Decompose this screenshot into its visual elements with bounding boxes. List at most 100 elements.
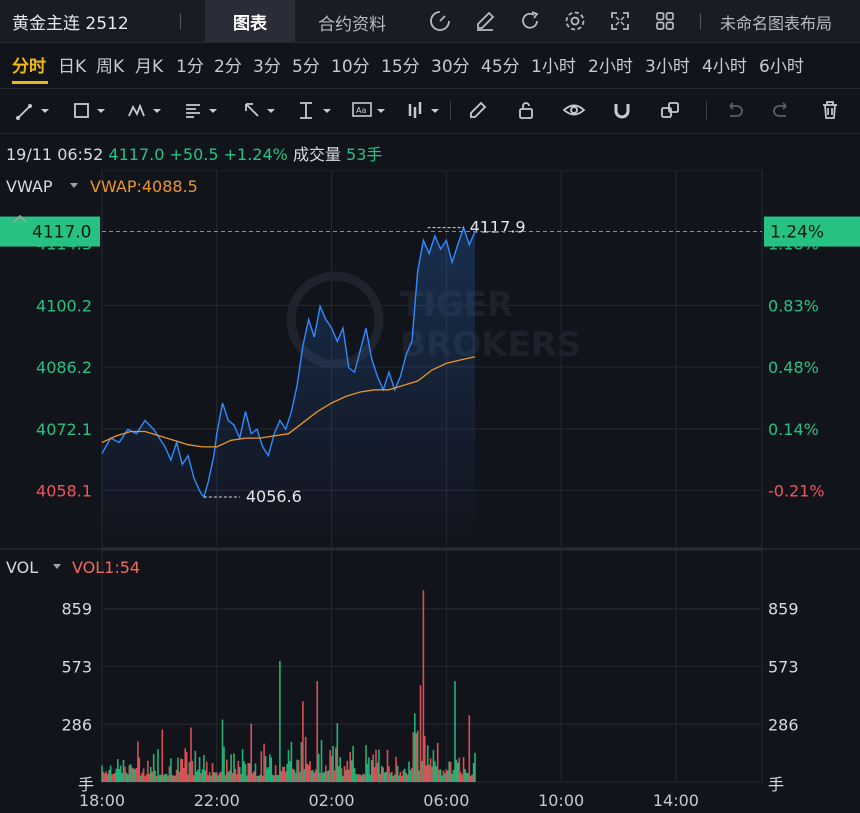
volume-bar — [132, 768, 135, 782]
volume-bar — [226, 759, 228, 782]
bar-pattern-icon[interactable] — [404, 98, 440, 124]
indicator-icon[interactable] — [427, 8, 453, 34]
volume-bar — [256, 775, 258, 782]
volume-bar — [144, 775, 146, 782]
interval-1[interactable]: 日K — [58, 52, 86, 77]
volume-bar — [474, 752, 476, 782]
symbol-title[interactable]: 黄金主连 2512 — [12, 9, 129, 34]
volume-bar — [346, 760, 349, 782]
interval-14[interactable]: 3小时 — [645, 52, 690, 77]
volume-bar — [322, 772, 324, 782]
interval-7[interactable]: 5分 — [292, 52, 320, 77]
vol-tick-label-right: 859 — [768, 600, 799, 619]
x-tick-label: 22:00 — [194, 791, 240, 810]
volume-bar — [337, 766, 340, 782]
clone-icon[interactable] — [658, 98, 694, 124]
volume-bar — [395, 756, 397, 782]
volume-bar — [412, 732, 415, 782]
volume-bar — [250, 723, 252, 782]
vol-tick-label-right: 286 — [768, 715, 799, 734]
unlock-icon[interactable] — [514, 98, 550, 124]
fib-icon[interactable] — [182, 98, 218, 124]
fullscreen-icon[interactable] — [607, 8, 633, 34]
volume-bar — [388, 766, 390, 782]
volume-bar — [386, 749, 389, 782]
pattern-icon[interactable] — [126, 98, 162, 124]
arrow-icon[interactable] — [240, 98, 276, 124]
trash-icon[interactable] — [818, 98, 854, 124]
volume-bar — [435, 766, 438, 782]
vwap-indicator-label: VWAP — [6, 177, 53, 196]
volume-bar — [157, 749, 159, 782]
volume-bar — [429, 758, 432, 782]
interval-10[interactable]: 30分 — [431, 52, 470, 77]
volume-bar — [316, 681, 318, 782]
volume-bar — [230, 754, 232, 782]
volume-bar — [178, 771, 181, 782]
volume-bar — [274, 765, 277, 782]
interval-12[interactable]: 1小时 — [531, 52, 576, 77]
interval-16[interactable]: 6小时 — [759, 52, 804, 77]
volume-bar — [266, 768, 268, 782]
interval-0[interactable]: 分时 — [12, 52, 46, 77]
volume-bar — [263, 743, 265, 782]
rectangle-icon[interactable] — [70, 98, 106, 124]
brush-icon[interactable] — [466, 98, 502, 124]
volume-bar — [238, 767, 241, 782]
volume-bar — [444, 773, 446, 782]
volume-bar — [114, 772, 116, 782]
interval-11[interactable]: 45分 — [481, 52, 520, 77]
volume-bar — [350, 760, 353, 782]
settings-icon[interactable] — [562, 8, 588, 34]
edit-icon[interactable] — [472, 8, 498, 34]
undo-icon[interactable] — [722, 98, 758, 124]
volume-bar — [297, 760, 300, 782]
interval-9[interactable]: 15分 — [381, 52, 420, 77]
measure-icon[interactable] — [296, 98, 332, 124]
volume-bar — [224, 775, 227, 782]
volume-bar — [329, 750, 331, 782]
interval-3[interactable]: 月K — [135, 52, 163, 77]
eye-icon[interactable] — [562, 98, 598, 124]
volume-bar — [117, 759, 119, 782]
volume-bar — [472, 762, 475, 782]
trend-line-icon[interactable] — [14, 98, 50, 124]
volume-bar — [468, 715, 471, 782]
volume-bar — [379, 773, 382, 782]
layout-selector[interactable]: 未命名图表布局 — [720, 10, 832, 34]
magnet-icon[interactable] — [610, 98, 646, 124]
price-volume-chart[interactable]: 18:00 22:00 02:00 06:00 10:00 14:004100.2 0.83… — [0, 170, 860, 813]
volume-bar — [187, 774, 189, 782]
interval-2[interactable]: 周K — [96, 52, 124, 77]
volume-bar — [403, 768, 406, 782]
interval-13[interactable]: 2小时 — [588, 52, 633, 77]
volume-bar — [148, 773, 151, 782]
volume-bar — [434, 761, 436, 782]
volume-bar — [280, 771, 283, 782]
volume-bar — [411, 767, 413, 782]
tab-contract-info[interactable]: 合约资料 — [318, 10, 386, 35]
volume-bar — [428, 764, 430, 782]
volume-bar — [115, 768, 118, 782]
redo-icon[interactable] — [770, 98, 806, 124]
volume-bar — [154, 770, 156, 782]
volume-bar — [193, 775, 195, 782]
text-note-icon[interactable]: Aa — [350, 98, 386, 124]
volume-bar — [142, 768, 145, 782]
divider — [180, 13, 181, 29]
grid-layout-icon[interactable] — [652, 8, 678, 34]
interval-8[interactable]: 10分 — [331, 52, 370, 77]
volume-bar — [204, 770, 207, 782]
interval-4[interactable]: 1分 — [176, 52, 204, 77]
vol-dropdown-icon — [53, 564, 61, 569]
interval-5[interactable]: 2分 — [214, 52, 242, 77]
volume-bar — [271, 774, 274, 782]
interval-15[interactable]: 4小时 — [702, 52, 747, 77]
refresh-icon[interactable] — [517, 8, 543, 34]
volume-bar — [257, 775, 260, 782]
interval-6[interactable]: 3分 — [253, 52, 281, 77]
vwap-dropdown-icon — [70, 183, 78, 188]
volume-bar — [205, 761, 208, 782]
tab-chart[interactable]: 图表 — [205, 0, 295, 42]
volume-bar — [138, 757, 141, 782]
